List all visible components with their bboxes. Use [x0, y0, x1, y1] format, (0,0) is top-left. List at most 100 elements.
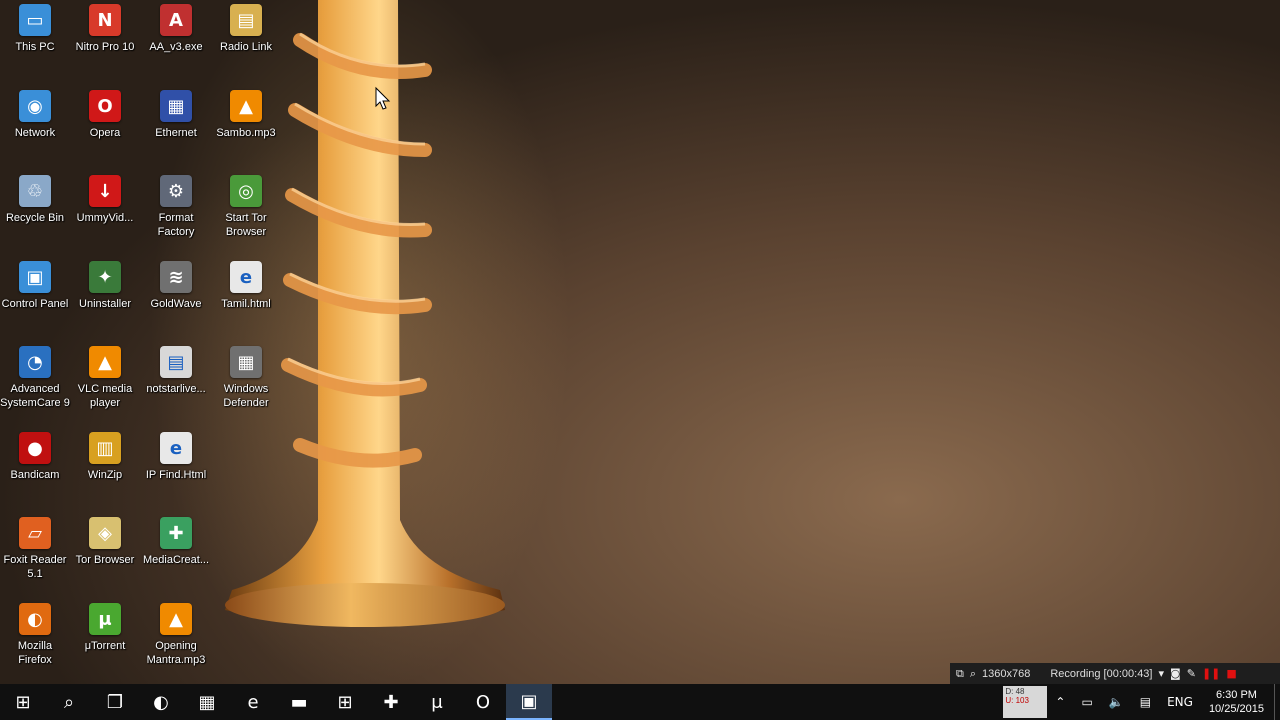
recording-resolution: 1360x768: [982, 667, 1031, 680]
desktop-icon[interactable]: ◔ Advanced SystemCare 9: [0, 346, 70, 410]
desktop-icon-label: Sambo.mp3: [216, 127, 276, 139]
desktop-icon[interactable]: ▲ VLC media player: [70, 346, 140, 410]
pencil-icon[interactable]: ✎: [1187, 667, 1196, 680]
desktop-icon[interactable]: ▲ Opening Mantra.mp3: [141, 603, 211, 667]
language-indicator[interactable]: ENG: [1159, 695, 1201, 709]
clock[interactable]: 6:30 PM 10/25/2015: [1201, 688, 1274, 716]
pause-icon[interactable]: ❚❚: [1202, 667, 1220, 680]
desktop-icon[interactable]: ▭ This PC: [0, 4, 70, 54]
clock-time: 6:30 PM: [1215, 689, 1257, 701]
taskbar-network-app[interactable]: ▦: [184, 684, 230, 720]
taskbar-opera[interactable]: O: [460, 684, 506, 720]
taskbar-store[interactable]: ⊞: [322, 684, 368, 720]
desktop-icon-label: Network: [14, 127, 56, 139]
tor-globe-icon: ◎: [230, 175, 262, 207]
zoom-icon[interactable]: ⌕: [970, 667, 976, 681]
utorrent-icon: μ: [89, 603, 121, 635]
taskbar-items: ⊞ ⌕ ❐ ◐ ▦ e ▬ ⊞ ✚ μ O ▣: [0, 684, 552, 720]
action-center-icon[interactable]: ▤: [1132, 695, 1159, 709]
desktop-icon[interactable]: ▣ Control Panel: [0, 261, 70, 311]
desktop-icon-label: Windows Defender: [223, 383, 269, 409]
opera-icon: O: [89, 90, 121, 122]
desktop-icon[interactable]: ▦ Ethernet: [141, 90, 211, 140]
desktop-icon[interactable]: ▦ Windows Defender: [211, 346, 281, 410]
vlc-icon: ▲: [160, 603, 192, 635]
desktop-icon[interactable]: ↓ UmmyVid...: [70, 175, 140, 225]
desktop-icon[interactable]: N Nitro Pro 10: [70, 4, 140, 54]
desktop-icon-label: AA_v3.exe: [149, 41, 203, 53]
desktop-icon[interactable]: ◐ Mozilla Firefox: [0, 603, 70, 667]
taskbar-bandicam[interactable]: ▣: [506, 684, 552, 720]
chevron-down-icon[interactable]: ▾: [1159, 667, 1165, 680]
desktop-icon[interactable]: O Opera: [70, 90, 140, 140]
winzip-icon: ▥: [89, 432, 121, 464]
desktop-icon-label: MediaCreat...: [142, 554, 210, 566]
desktop-icon-label: Control Panel: [1, 298, 69, 310]
desktop-icon[interactable]: ▱ Foxit Reader 5.1: [0, 517, 70, 581]
desktop-icon[interactable]: e IP Find.Html: [141, 432, 211, 482]
network-icon: ◉: [19, 90, 51, 122]
systemcare-icon: ◔: [19, 346, 51, 378]
defender-icon: ▦: [230, 346, 262, 378]
desktop-icon[interactable]: ▤ notstarlive...: [141, 346, 211, 396]
control-panel-icon: ▣: [19, 261, 51, 293]
taskbar-media-creation[interactable]: ✚: [368, 684, 414, 720]
desktop-icon[interactable]: ♲ Recycle Bin: [0, 175, 70, 225]
desktop-icon[interactable]: μ μTorrent: [70, 603, 140, 653]
desktop-icon-label: GoldWave: [150, 298, 202, 310]
stop-icon[interactable]: ■: [1226, 667, 1236, 680]
computer-icon: ▭: [19, 4, 51, 36]
vlc-icon: ▲: [230, 90, 262, 122]
network-meter[interactable]: D: 48 U: 103: [1003, 686, 1048, 718]
desktop-icon-label: UmmyVid...: [76, 212, 134, 224]
uninstaller-icon: ✦: [89, 261, 121, 293]
task-view-button[interactable]: ❐: [92, 684, 138, 720]
camera-icon[interactable]: ◙: [1170, 667, 1181, 680]
desktop-icon[interactable]: ◈ Tor Browser: [70, 517, 140, 567]
start-button[interactable]: ⊞: [0, 684, 46, 720]
desktop-icon-label: IP Find.Html: [145, 469, 207, 481]
window-mode-icon[interactable]: ⧉: [956, 667, 964, 681]
desktop-icon[interactable]: ◎ Start Tor Browser: [211, 175, 281, 239]
desktop-icon-label: VLC media player: [77, 383, 133, 409]
desktop-icon-label: Foxit Reader 5.1: [3, 554, 67, 580]
taskbar-firefox[interactable]: ◐: [138, 684, 184, 720]
desktop-icon[interactable]: ▲ Sambo.mp3: [211, 90, 281, 140]
desktop-icon-label: Radio Link: [220, 41, 272, 53]
search-button[interactable]: ⌕: [46, 684, 92, 720]
desktop-icon-label: Ethernet: [155, 127, 197, 139]
desktop-icon[interactable]: ⚙ Format Factory: [141, 175, 211, 239]
desktop-icon-label: Start Tor Browser: [225, 212, 267, 238]
desktop-icon-label: WinZip: [87, 469, 123, 481]
desktop-icon[interactable]: ◉ Network: [0, 90, 70, 140]
desktop-icon[interactable]: e Tamil.html: [211, 261, 281, 311]
recording-status: Recording [00:00:43]: [1050, 667, 1153, 680]
desktop-icon[interactable]: A AA_v3.exe: [141, 4, 211, 54]
desktop-icon[interactable]: ✚ MediaCreat...: [141, 517, 211, 567]
desktop-icon-label: Advanced SystemCare 9: [0, 383, 70, 409]
desktop-icon-label: Recycle Bin: [5, 212, 65, 224]
foxit-icon: ▱: [19, 517, 51, 549]
desktop-icon[interactable]: ≋ GoldWave: [141, 261, 211, 311]
taskbar-utorrent[interactable]: μ: [414, 684, 460, 720]
desktop-icon-label: Tamil.html: [221, 298, 271, 310]
media-creation-icon: ✚: [160, 517, 192, 549]
recording-toolbar: ⧉ ⌕ 1360x768 Recording [00:00:43] ▾ ◙ ✎ …: [950, 663, 1280, 684]
desktop-icon[interactable]: ● Bandicam: [0, 432, 70, 482]
desktop-icon-label: notstarlive...: [146, 383, 206, 395]
desktop-icon[interactable]: ▤ Radio Link: [211, 4, 281, 54]
taskbar-edge[interactable]: e: [230, 684, 276, 720]
system-tray: D: 48 U: 103 ⌃ ▭ 🔈 ▤ ENG 6:30 PM 10/25/2…: [1003, 684, 1280, 720]
desktop-icon-label: μTorrent: [84, 640, 126, 652]
volume-icon[interactable]: 🔈: [1101, 695, 1132, 709]
ethernet-icon: ▦: [160, 90, 192, 122]
network-tray-icon[interactable]: ▭: [1073, 695, 1100, 709]
firefox-icon: ◐: [19, 603, 51, 635]
desktop-icon[interactable]: ▥ WinZip: [70, 432, 140, 482]
show-desktop-button[interactable]: [1274, 684, 1280, 720]
chevron-up-icon[interactable]: ⌃: [1047, 695, 1073, 709]
ummy-icon: ↓: [89, 175, 121, 207]
desktop-icon[interactable]: ✦ Uninstaller: [70, 261, 140, 311]
taskbar-file-explorer[interactable]: ▬: [276, 684, 322, 720]
bandicam-icon: ●: [19, 432, 51, 464]
